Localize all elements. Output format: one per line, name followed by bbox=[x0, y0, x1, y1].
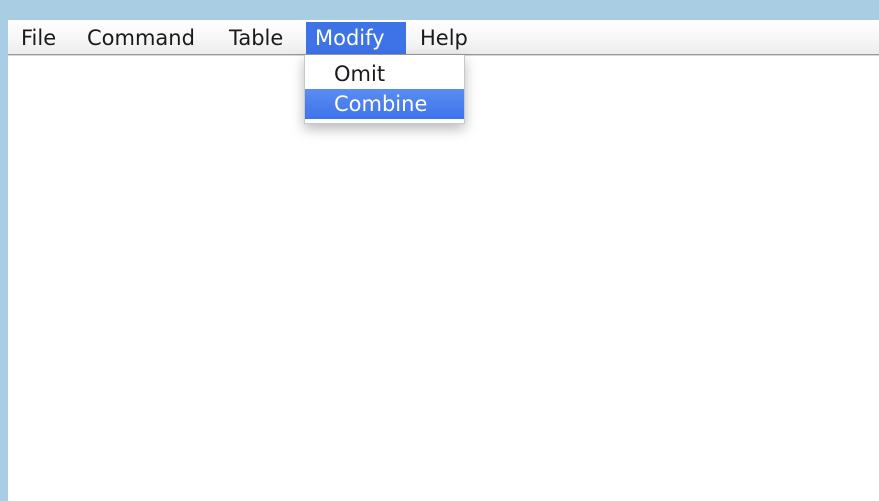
content-area bbox=[8, 56, 879, 501]
application-window: File Command Table Modify Help Omit Comb… bbox=[8, 20, 879, 501]
menu-command[interactable]: Command bbox=[78, 22, 204, 54]
menu-table[interactable]: Table bbox=[220, 22, 292, 54]
menu-modify[interactable]: Modify bbox=[306, 22, 406, 54]
menu-file[interactable]: File bbox=[12, 22, 65, 54]
menu-bar: File Command Table Modify Help bbox=[8, 20, 879, 55]
menu-help[interactable]: Help bbox=[411, 22, 477, 54]
